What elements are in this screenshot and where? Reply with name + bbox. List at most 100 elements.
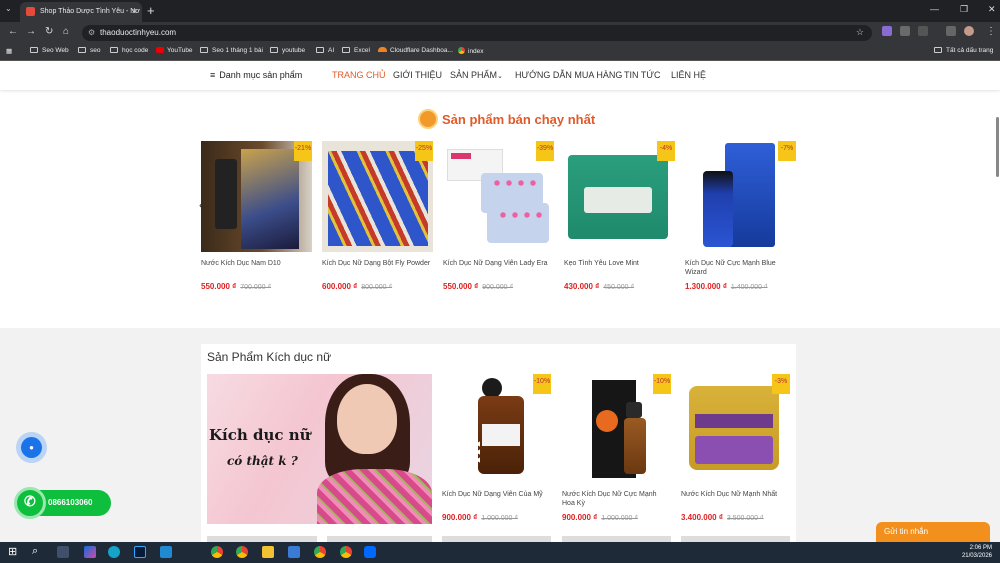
product-card[interactable]: -25% Kích Dục Nữ Dạng Bột Fly Powder 600… [322, 141, 433, 291]
nav-home[interactable]: TRANG CHỦ [332, 70, 386, 80]
nav-products[interactable]: SẢN PHẨM⌄ [450, 70, 503, 80]
vscode-icon[interactable] [160, 546, 172, 558]
old-price: 800.000 ₫ [361, 284, 393, 291]
tab-search-icon[interactable]: ⌄ [5, 4, 12, 13]
nav-news[interactable]: TIN TỨC [624, 70, 661, 80]
product-card[interactable]: -21% Nước Kích Dục Nam D10 550.000 ₫ 700.… [201, 141, 312, 291]
product-image[interactable]: -4% [564, 141, 675, 252]
forward-icon[interactable]: → [26, 26, 36, 37]
female-section-title[interactable]: Sản Phẩm Kích dục nữ [207, 350, 331, 364]
bookmark-star-icon[interactable]: ☆ [856, 27, 864, 38]
zalo-chat-button[interactable]: ● [16, 432, 47, 463]
product-name[interactable]: Nước Kích Dục Nữ Mạnh Nhất [681, 490, 790, 510]
product-name[interactable]: Kẹo Tình Yêu Love Mint [564, 259, 675, 279]
category-menu-button[interactable]: ≡ Danh mục sản phẩm [210, 70, 302, 80]
product-image[interactable]: -10% [442, 374, 551, 483]
browser-menu-icon[interactable]: ⋮ [986, 26, 996, 37]
edge-icon[interactable] [108, 546, 120, 558]
bookmark-excel[interactable]: Excel [342, 47, 370, 54]
product-price: 550.000 ₫ 700.000 ₫ [201, 282, 272, 291]
product-price: 900.000 ₫ 1.000.000 ₫ [562, 513, 638, 522]
product-image[interactable]: -39% [443, 141, 554, 252]
bookmarks-bar: ▦ Seo Web seo học code YouTube Seo 1 thá… [0, 43, 1000, 61]
product-image[interactable]: -25% [322, 141, 433, 252]
new-tab-icon[interactable]: + [147, 3, 155, 18]
extensions-puzzle-icon[interactable] [918, 26, 928, 36]
file-explorer-icon[interactable] [262, 546, 274, 558]
product-card[interactable]: -10% Kích Dục Nữ Dạng Viên Của Mỹ 900.00… [442, 374, 551, 522]
nav-about[interactable]: GIỚI THIỆU [393, 70, 442, 80]
bookmark-hoc-code[interactable]: học code [110, 47, 148, 54]
bookmark-seo-web[interactable]: Seo Web [30, 47, 69, 54]
copilot-icon[interactable] [84, 546, 96, 558]
task-view-icon[interactable] [57, 546, 69, 558]
clock-time: 2:06 PM [969, 545, 992, 551]
all-bookmarks[interactable]: Tất cả dấu trang [934, 47, 993, 54]
nav-contact[interactable]: LIÊN HỆ [671, 70, 706, 80]
chrome-icon[interactable] [211, 546, 223, 558]
media-control-icon[interactable] [946, 26, 956, 36]
bookmark-seo[interactable]: seo [78, 47, 100, 54]
web-page: ≡ Danh mục sản phẩm TRANG CHỦ GIỚI THIỆU … [0, 62, 1000, 542]
windows-start-icon[interactable]: ⊞ [8, 545, 20, 558]
bookmark-seo-1-thang[interactable]: Seo 1 tháng 1 bài [200, 47, 263, 54]
browser-tab[interactable]: Shop Thảo Dược Tình Yêu - Nơ × [20, 2, 142, 22]
close-window-icon[interactable]: ✕ [988, 4, 996, 15]
old-price: 3.500.000 ₫ [726, 515, 764, 522]
product-price: 600.000 ₫ 800.000 ₫ [322, 282, 393, 291]
chrome-window-icon[interactable] [340, 546, 352, 558]
product-price: 550.000 ₫ 900.000 ₫ [443, 282, 514, 291]
search-icon[interactable]: ⌕ [32, 545, 44, 557]
product-name[interactable]: Kích Dục Nữ Dạng Viên Của Mỹ [442, 490, 551, 510]
minimize-icon[interactable]: — [930, 4, 939, 14]
product-card[interactable]: -10% Nước Kích Dục Nữ Cực Mạnh Hoa Kỳ 90… [562, 374, 671, 522]
chrome-window-icon[interactable] [314, 546, 326, 558]
home-icon[interactable]: ⌂ [63, 26, 69, 37]
system-clock[interactable]: 2:06 PM 21/03/2026 [962, 544, 992, 560]
bookmark-ai[interactable]: AI [316, 47, 334, 54]
site-favicon-icon [26, 7, 35, 16]
send-message-button[interactable]: Gửi tin nhắn [876, 522, 990, 542]
reload-icon[interactable]: ↻ [45, 26, 53, 37]
product-name[interactable]: Nước Kích Dục Nữ Cực Mạnh Hoa Kỳ [562, 490, 671, 510]
nav-guide[interactable]: HƯỚNG DẪN MUA HÀNG [515, 70, 622, 80]
product-name[interactable]: Kích Dục Nữ Cực Mạnh Blue Wizard [685, 259, 796, 279]
bookmark-cloudflare[interactable]: Cloudflare Dashboa... [378, 47, 453, 54]
taskbar: ⊞ ⌕ 2:06 PM 21/03/2026 [0, 542, 1000, 563]
product-card[interactable]: -39% Kích Dục Nữ Dạng Viên Lady Era 550.… [443, 141, 554, 291]
profile-avatar[interactable] [964, 26, 974, 36]
extension-pen-icon[interactable] [882, 26, 892, 36]
scrollbar[interactable] [996, 117, 999, 177]
back-icon[interactable]: ← [8, 26, 18, 37]
address-bar[interactable]: ⚙ thaoduoctinhyeu.com ☆ [82, 25, 872, 41]
phone-icon [14, 487, 46, 519]
clock-date: 21/03/2026 [961, 553, 992, 559]
product-image[interactable]: -21% [201, 141, 312, 252]
old-price: 1.400.000 ₫ [730, 284, 768, 291]
product-name[interactable]: Kích Dục Nữ Dạng Bột Fly Powder [322, 259, 433, 279]
close-tab-icon[interactable]: × [132, 6, 137, 16]
bookmark-youtube[interactable]: YouTube [156, 47, 193, 54]
product-card[interactable]: -7% Kích Dục Nữ Cực Mạnh Blue Wizard 1.3… [685, 141, 796, 291]
product-image[interactable]: -3% [681, 374, 790, 483]
apps-grid-icon[interactable]: ▦ [6, 47, 12, 55]
product-name[interactable]: Nước Kích Dục Nam D10 [201, 259, 312, 279]
discount-badge: -39% [536, 141, 554, 161]
promo-banner[interactable]: Kích dục nữ có thật k ? [207, 374, 432, 524]
product-image[interactable]: -10% [562, 374, 671, 483]
product-card[interactable]: -4% Kẹo Tình Yêu Love Mint 430.000 ₫ 450.… [564, 141, 675, 291]
call-phone-button[interactable]: 0866103060 [14, 487, 111, 519]
extension-camera-icon[interactable] [900, 26, 910, 36]
site-info-icon[interactable]: ⚙ [88, 28, 95, 37]
chrome-profile-icon[interactable] [236, 546, 248, 558]
photoshop-icon[interactable] [134, 546, 146, 558]
product-image[interactable]: -7% [685, 141, 796, 252]
bestseller-badge-icon [418, 109, 438, 129]
product-card[interactable]: -3% Nước Kích Dục Nữ Mạnh Nhất 3.400.000… [681, 374, 790, 522]
maximize-icon[interactable]: ❐ [960, 4, 968, 15]
bookmark-index[interactable]: index [458, 47, 484, 55]
bookmark-youtube-folder[interactable]: youtube [270, 47, 305, 54]
app-icon[interactable] [288, 546, 300, 558]
product-name[interactable]: Kích Dục Nữ Dạng Viên Lady Era [443, 259, 554, 279]
zalo-icon[interactable] [364, 546, 376, 558]
